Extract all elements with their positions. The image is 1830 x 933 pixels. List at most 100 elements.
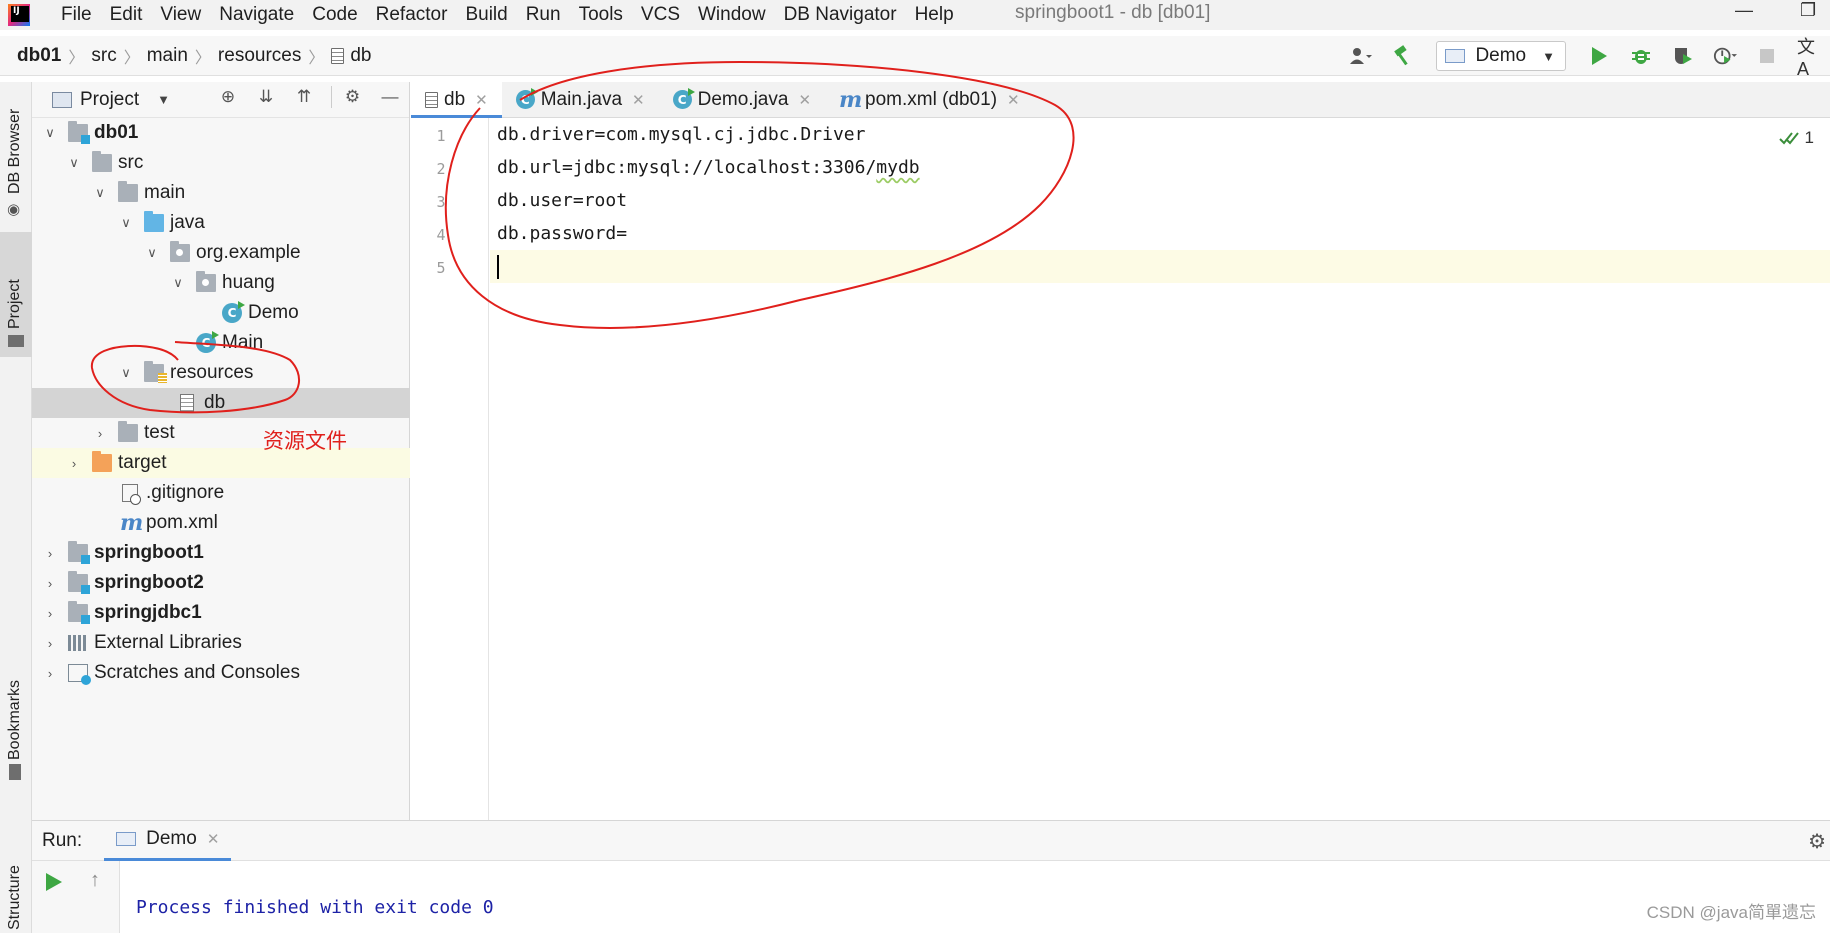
excluded-folder-icon bbox=[92, 451, 112, 472]
gear-icon[interactable]: ⚙ bbox=[331, 86, 363, 108]
tree-item-db[interactable]: db bbox=[32, 388, 410, 418]
code-line[interactable]: db.url=jdbc:mysql://localhost:3306/mydb bbox=[490, 151, 1830, 184]
maximize-icon[interactable]: ❐ bbox=[1800, 0, 1816, 21]
menu-db-navigator[interactable]: DB Navigator bbox=[775, 4, 906, 26]
tree-item-external-libraries[interactable]: › External Libraries bbox=[32, 628, 410, 658]
tree-item-huang[interactable]: ∨ huang bbox=[32, 268, 410, 298]
menu-refactor[interactable]: Refactor bbox=[367, 4, 457, 26]
menu-tools[interactable]: Tools bbox=[570, 4, 632, 26]
translate-icon[interactable]: 文A bbox=[1797, 37, 1821, 79]
debug-bug-icon[interactable] bbox=[1629, 44, 1653, 68]
chevron-right-icon[interactable]: › bbox=[42, 636, 58, 651]
gear-icon[interactable]: ⚙ bbox=[1808, 829, 1826, 854]
close-icon[interactable]: ✕ bbox=[798, 91, 811, 109]
run-play-icon[interactable] bbox=[1587, 44, 1611, 68]
menu-help[interactable]: Help bbox=[906, 4, 963, 26]
breadcrumb-main[interactable]: main bbox=[147, 45, 188, 67]
chevron-right-icon[interactable]: › bbox=[66, 456, 82, 471]
module-folder-icon bbox=[68, 601, 90, 624]
tree-item-springboot1[interactable]: › springboot1 bbox=[32, 538, 410, 568]
menu-window[interactable]: Window bbox=[689, 4, 775, 26]
code-line[interactable]: db.user=root bbox=[490, 184, 1830, 217]
breadcrumb-src[interactable]: src bbox=[91, 45, 116, 67]
breadcrumb-db[interactable]: db bbox=[331, 45, 372, 67]
tree-item-resources[interactable]: ∨ resources bbox=[32, 358, 410, 388]
code-editor[interactable]: db.driver=com.mysql.cj.jdbc.Driver db.ur… bbox=[490, 118, 1830, 820]
tree-item-scratches[interactable]: › Scratches and Consoles bbox=[32, 658, 410, 688]
menu-view[interactable]: View bbox=[151, 4, 210, 26]
console-output[interactable]: Process finished with exit code 0 bbox=[120, 861, 1830, 933]
tree-item-src[interactable]: ∨ src bbox=[32, 148, 410, 178]
tree-item-target[interactable]: › target bbox=[32, 448, 410, 478]
chevron-right-icon[interactable]: › bbox=[42, 606, 58, 621]
stop-icon[interactable] bbox=[1755, 44, 1779, 68]
profiler-icon[interactable] bbox=[1713, 44, 1737, 68]
breadcrumb-db01[interactable]: db01 bbox=[17, 45, 61, 67]
menu-navigate[interactable]: Navigate bbox=[210, 4, 303, 26]
minimize-icon[interactable]: — bbox=[1735, 0, 1753, 21]
tab-db[interactable]: db ✕ bbox=[411, 82, 502, 118]
chevron-down-icon[interactable]: ∨ bbox=[118, 365, 134, 381]
project-panel-title[interactable]: Project bbox=[80, 89, 139, 111]
chevron-down-icon[interactable]: ∨ bbox=[170, 275, 186, 291]
code-line-current[interactable] bbox=[490, 250, 1830, 283]
tree-item-springjdbc1[interactable]: › springjdbc1 bbox=[32, 598, 410, 628]
project-tool-tab[interactable]: Project bbox=[0, 232, 32, 357]
collapse-all-icon[interactable]: ⇈ bbox=[293, 86, 315, 108]
left-tool-strip: DB Browser ◉ Project Bookmarks Structure bbox=[0, 82, 32, 933]
chevron-right-icon[interactable]: › bbox=[92, 426, 108, 441]
tree-item-demo[interactable]: C Demo bbox=[32, 298, 410, 328]
chevron-right-icon[interactable]: › bbox=[42, 546, 58, 561]
chevron-down-icon[interactable]: ▼ bbox=[157, 92, 170, 107]
code-line[interactable]: db.password= bbox=[490, 217, 1830, 250]
tab-pom-xml[interactable]: m pom.xml (db01) ✕ bbox=[825, 82, 1034, 117]
close-icon[interactable]: ✕ bbox=[1007, 91, 1020, 109]
close-icon[interactable]: ✕ bbox=[207, 830, 220, 848]
tree-item-pom-xml[interactable]: m pom.xml bbox=[32, 508, 410, 538]
tree-item-org-example[interactable]: ∨ org.example bbox=[32, 238, 410, 268]
inspection-widget[interactable]: 1 bbox=[1778, 128, 1814, 148]
structure-tool-tab[interactable]: Structure bbox=[0, 832, 32, 933]
build-hammer-icon[interactable] bbox=[1391, 44, 1415, 68]
tree-item-springboot2[interactable]: › springboot2 bbox=[32, 568, 410, 598]
tree-item-test[interactable]: › test bbox=[32, 418, 410, 448]
chevron-down-icon[interactable]: ∨ bbox=[144, 245, 160, 261]
tab-demo-java[interactable]: C Demo.java ✕ bbox=[659, 82, 825, 117]
close-icon[interactable]: ✕ bbox=[632, 91, 645, 109]
user-account-icon[interactable] bbox=[1349, 44, 1373, 68]
menu-vcs[interactable]: VCS bbox=[632, 4, 689, 26]
db-browser-tool-tab[interactable]: DB Browser ◉ bbox=[0, 82, 32, 222]
run-configuration-select[interactable]: Demo ▼ bbox=[1436, 41, 1566, 71]
libraries-icon bbox=[68, 635, 88, 651]
tree-item-main-class[interactable]: C Main bbox=[32, 328, 410, 358]
breadcrumb-resources[interactable]: resources bbox=[218, 45, 301, 67]
close-icon[interactable]: ✕ bbox=[475, 91, 488, 109]
tree-item-main[interactable]: ∨ main bbox=[32, 178, 410, 208]
run-with-coverage-icon[interactable] bbox=[1671, 44, 1695, 68]
tab-main-java[interactable]: C Main.java ✕ bbox=[502, 82, 659, 117]
tree-item-gitignore[interactable]: .gitignore bbox=[32, 478, 410, 508]
bookmarks-tool-tab[interactable]: Bookmarks bbox=[0, 642, 32, 782]
menu-code[interactable]: Code bbox=[303, 4, 366, 26]
rerun-play-icon[interactable] bbox=[46, 873, 62, 891]
select-opened-file-icon[interactable]: ⊕ bbox=[217, 86, 239, 108]
arrow-up-icon[interactable]: ↑ bbox=[90, 869, 100, 892]
menu-file[interactable]: File bbox=[52, 4, 101, 26]
chevron-right-icon[interactable]: › bbox=[42, 666, 58, 681]
tree-item-db01[interactable]: ∨ db01 bbox=[32, 118, 410, 148]
menu-edit[interactable]: Edit bbox=[101, 4, 152, 26]
menu-run[interactable]: Run bbox=[517, 4, 570, 26]
chevron-down-icon[interactable]: ∨ bbox=[66, 155, 82, 171]
chevron-right-icon[interactable]: › bbox=[42, 576, 58, 591]
project-tab-label: Project bbox=[6, 279, 23, 329]
expand-all-icon[interactable]: ⇊ bbox=[255, 86, 277, 108]
code-line[interactable]: db.driver=com.mysql.cj.jdbc.Driver bbox=[490, 118, 1830, 151]
hide-panel-icon[interactable]: — bbox=[379, 86, 401, 108]
module-folder-icon bbox=[68, 541, 90, 564]
chevron-down-icon[interactable]: ∨ bbox=[92, 185, 108, 201]
menu-build[interactable]: Build bbox=[456, 4, 516, 26]
tree-item-java[interactable]: ∨ java bbox=[32, 208, 410, 238]
run-tab-demo[interactable]: Demo ✕ bbox=[104, 821, 232, 861]
chevron-down-icon[interactable]: ∨ bbox=[42, 125, 58, 141]
chevron-down-icon[interactable]: ∨ bbox=[118, 215, 134, 231]
